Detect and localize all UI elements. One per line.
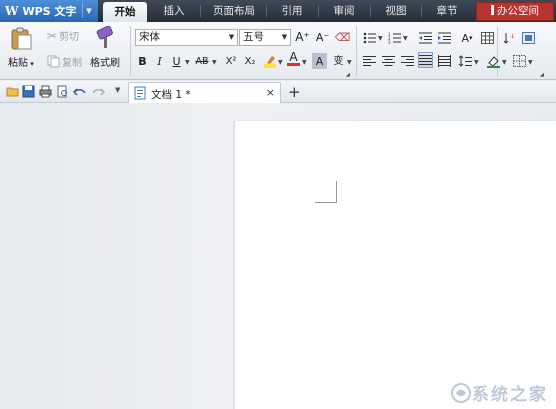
font-name-select[interactable]: 宋体 ▼ xyxy=(135,29,238,46)
superscript-button[interactable]: X² xyxy=(222,53,240,69)
format-painter-icon xyxy=(96,26,113,48)
font-dialog-launcher-icon[interactable]: ◢ xyxy=(346,72,350,78)
document-tab-title: 文档 1 * xyxy=(151,89,191,101)
shrink-font-button[interactable]: A⁻ xyxy=(315,29,330,45)
paragraph-dialog-launcher-icon[interactable]: ◢ xyxy=(540,72,544,78)
underline-button[interactable]: U xyxy=(169,53,184,69)
document-icon xyxy=(134,86,146,100)
svg-text:3: 3 xyxy=(388,40,391,44)
line-spacing-icon[interactable] xyxy=(458,53,473,69)
watermark-logo-icon xyxy=(451,382,471,403)
chevron-down-icon: ▼ xyxy=(228,33,235,41)
font-size-select[interactable]: 五号 ▼ xyxy=(239,29,291,46)
tab-office-space-label: 办公空间 xyxy=(497,5,539,17)
watermark-text: 系统之家 xyxy=(472,385,548,405)
open-folder-icon[interactable] xyxy=(6,85,19,98)
font-color-swatch xyxy=(287,63,300,66)
font-size-value: 五号 xyxy=(243,31,264,43)
tab-home[interactable]: 开始 xyxy=(103,2,147,22)
new-tab-button[interactable]: + xyxy=(288,83,301,101)
font-name-value: 宋体 xyxy=(139,31,160,43)
increase-indent-icon[interactable] xyxy=(437,30,452,46)
copy-button[interactable]: 复制 xyxy=(47,54,82,69)
subscript-button[interactable]: X₂ xyxy=(241,53,259,69)
document-tab[interactable]: 文档 1 * × xyxy=(128,82,281,103)
bold-button[interactable]: B xyxy=(135,53,150,69)
app-name: WPS 文字 xyxy=(22,5,77,18)
font-color-button[interactable]: A xyxy=(286,51,301,67)
menu-bar: W WPS 文字 ▼ 开始 插入 页面布局 引用 审阅 视图 章节 办公空间 xyxy=(0,0,556,22)
font-color-letter: A xyxy=(289,50,298,64)
table-icon[interactable] xyxy=(480,30,495,46)
margin-corner-mark xyxy=(315,181,337,203)
wps-logo-icon: W xyxy=(5,4,19,18)
save-icon[interactable] xyxy=(22,85,35,98)
app-menu-button[interactable]: W WPS 文字 ▼ xyxy=(0,0,98,22)
cut-label: 剪切 xyxy=(59,32,80,43)
office-space-icon xyxy=(491,5,494,15)
copy-icon xyxy=(47,55,60,68)
borders-icon[interactable] xyxy=(512,53,527,69)
svg-text:↓: ↓ xyxy=(510,33,515,40)
highlight-button[interactable] xyxy=(262,53,277,69)
tab-chapter[interactable]: 章节 xyxy=(425,0,469,22)
chevron-down-icon: ▼ xyxy=(281,33,288,41)
text-effects-icon[interactable]: A ▾ xyxy=(458,30,476,46)
show-marks-icon[interactable] xyxy=(521,30,536,46)
tab-office-space[interactable]: 办公空间 xyxy=(476,2,554,21)
redo-icon[interactable] xyxy=(92,85,105,98)
highlighter-icon xyxy=(263,56,276,68)
document-workspace: 系统之家 xyxy=(0,103,556,409)
bullet-list-icon[interactable] xyxy=(362,30,377,46)
grow-font-button[interactable]: A⁺ xyxy=(295,29,310,45)
italic-button[interactable]: I xyxy=(152,53,167,69)
copy-label: 复制 xyxy=(62,58,82,69)
quick-access-bar: ▼ 文档 1 * × + xyxy=(0,81,556,103)
align-center-icon[interactable] xyxy=(381,53,396,69)
decrease-indent-icon[interactable] xyxy=(418,30,433,46)
print-icon[interactable] xyxy=(39,85,52,98)
cut-button[interactable]: ✂ 剪切 xyxy=(47,28,80,44)
tab-insert[interactable]: 插入 xyxy=(152,0,196,22)
char-shading-button[interactable]: A xyxy=(312,53,327,69)
chevron-down-icon[interactable]: ▼ xyxy=(82,3,95,18)
watermark: 系统之家 xyxy=(450,380,548,405)
align-right-icon[interactable] xyxy=(400,53,415,69)
strikethrough-button[interactable]: AB xyxy=(192,53,212,69)
align-left-icon[interactable] xyxy=(362,53,377,69)
shading-icon[interactable] xyxy=(486,53,501,69)
undo-icon[interactable] xyxy=(73,85,86,98)
scissors-icon: ✂ xyxy=(47,28,58,43)
distribute-icon[interactable] xyxy=(437,53,452,69)
format-painter-label: 格式刷 xyxy=(90,58,120,69)
paste-icon xyxy=(11,27,32,50)
tab-view[interactable]: 视图 xyxy=(374,0,418,22)
tab-review[interactable]: 审阅 xyxy=(322,0,366,22)
paste-button[interactable]: 粘贴 ▾ xyxy=(8,26,34,69)
print-preview-icon[interactable] xyxy=(56,85,69,98)
format-painter-button[interactable]: 格式刷 xyxy=(90,26,120,69)
paste-label: 粘贴 xyxy=(8,58,28,69)
document-page[interactable] xyxy=(235,121,556,409)
clear-format-icon[interactable]: ⌫ xyxy=(335,29,351,45)
sort-icon[interactable]: ↓ xyxy=(502,30,517,46)
align-justify-icon[interactable] xyxy=(418,52,433,68)
ribbon-home: 粘贴 ▾ ✂ 剪切 复制 格式刷 宋体 ▼ 五号 ▼ A⁺ A⁻ ⌫ B I U… xyxy=(0,22,556,80)
tab-references[interactable]: 引用 xyxy=(270,0,314,22)
numbered-list-icon[interactable]: 123 xyxy=(387,30,402,46)
close-icon[interactable]: × xyxy=(266,86,275,99)
pinyin-button[interactable]: 变 xyxy=(331,51,346,67)
tab-page-layout[interactable]: 页面布局 xyxy=(205,0,263,22)
customize-toolbar-icon[interactable]: ▼ xyxy=(115,86,120,94)
